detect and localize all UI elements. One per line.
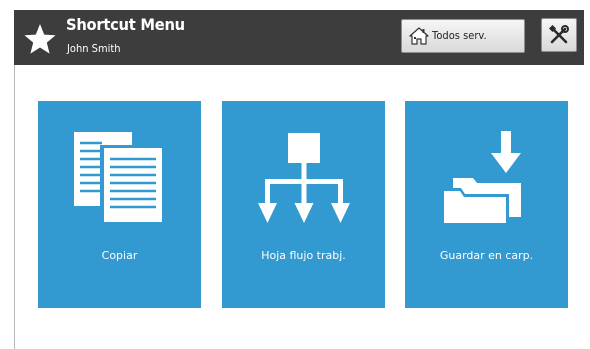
shortcut-menu-screen: Shortcut Menu John Smith Todos serv. Cop…	[0, 0, 590, 349]
tile-save-folder-label: Guardar en carp.	[439, 249, 534, 262]
folder-download-icon	[441, 131, 521, 226]
tile-save-folder[interactable]: Guardar en carp.	[405, 101, 568, 308]
tile-copy-label: Copiar	[101, 249, 138, 262]
left-border-line	[14, 65, 15, 349]
tile-copy[interactable]: Copiar	[38, 101, 201, 308]
tile-workflow[interactable]: Hoja flujo trabj.	[222, 101, 385, 308]
tools-button[interactable]	[541, 18, 577, 52]
workflow-tree-icon	[258, 133, 350, 223]
all-services-button[interactable]: Todos serv.	[401, 19, 525, 53]
copy-documents-icon	[74, 132, 164, 223]
page-title: Shortcut Menu	[66, 15, 185, 34]
star-icon	[24, 24, 56, 54]
tile-workflow-label: Hoja flujo trabj.	[261, 249, 346, 262]
all-services-label: Todos serv.	[432, 29, 487, 42]
tools-icon	[549, 25, 569, 44]
house-icon	[409, 27, 429, 45]
user-name: John Smith	[67, 42, 121, 55]
header-bar: Shortcut Menu John Smith Todos serv.	[14, 10, 584, 65]
